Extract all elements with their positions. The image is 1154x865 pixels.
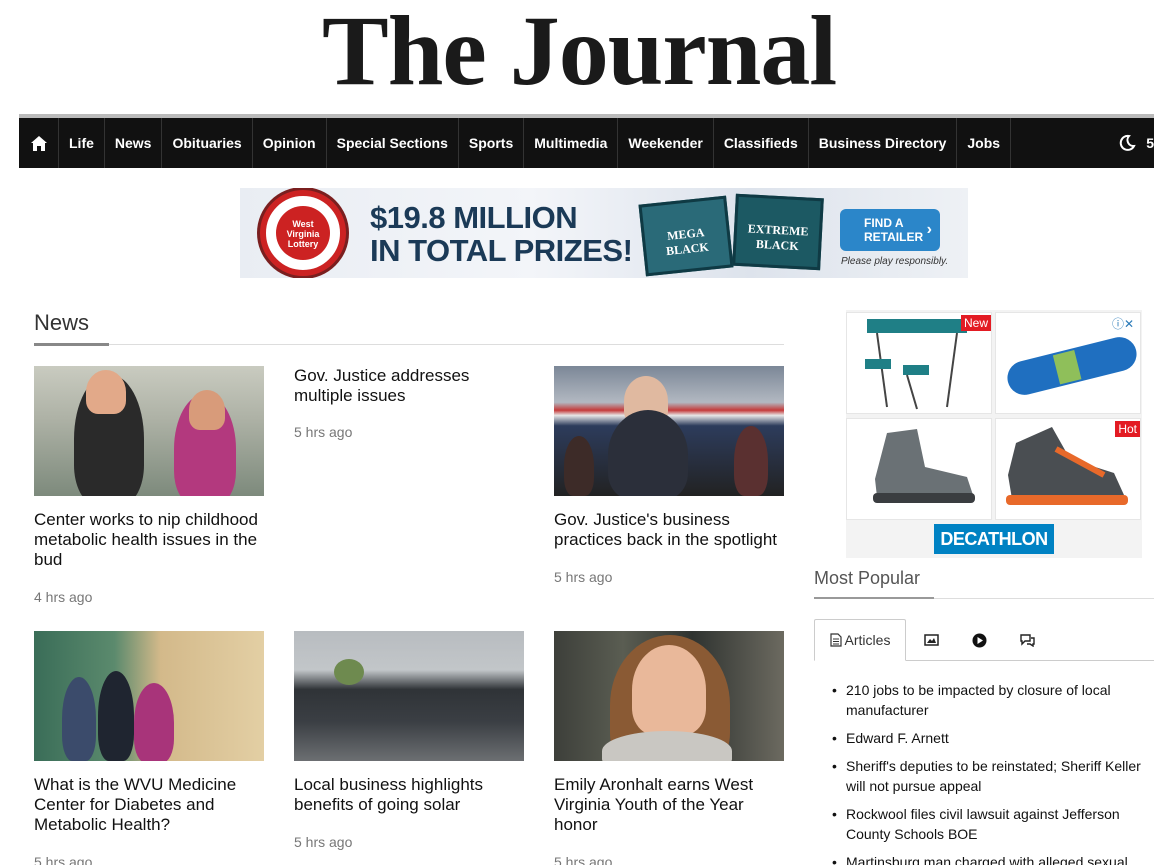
chevron-right-icon: ›: [926, 221, 932, 238]
article-thumbnail[interactable]: [294, 631, 524, 761]
list-item[interactable]: Edward F. Arnett: [832, 728, 1154, 748]
nav-item-jobs[interactable]: Jobs: [957, 118, 1012, 168]
comments-icon: [1019, 634, 1035, 647]
ad-headline: $19.8 MILLION IN TOTAL PRIZES!: [370, 200, 633, 268]
ad-fine-print: Please play responsibly.: [841, 256, 949, 267]
document-icon: [829, 633, 842, 647]
ad-headline-line2: IN TOTAL PRIZES!: [370, 232, 633, 268]
ad-product-table[interactable]: New: [846, 312, 992, 414]
ad-ticket-mega-black: MEGA BLACK: [638, 195, 734, 277]
nav-item-news[interactable]: News: [105, 118, 163, 168]
news-section-divider: [34, 344, 784, 345]
dark-mode-icon[interactable]: [1118, 134, 1136, 152]
find-retailer-button[interactable]: FIND A RETAILER ›: [840, 209, 940, 251]
nav-item-opinion[interactable]: Opinion: [253, 118, 327, 168]
lottery-ad-banner[interactable]: West Virginia Lottery $19.8 MILLION IN T…: [240, 188, 968, 278]
article-timestamp: 5 hrs ago: [34, 854, 93, 865]
most-popular-underline: [814, 597, 934, 599]
decathlon-ad[interactable]: New ⓘ✕ Hot DECATHLON: [846, 310, 1142, 558]
article-timestamp: 5 hrs ago: [554, 569, 613, 585]
article-card[interactable]: Center works to nip childhood metabolic …: [34, 366, 264, 605]
lottery-seal-text: West Virginia Lottery: [276, 206, 330, 260]
article-timestamp: 4 hrs ago: [34, 589, 93, 605]
nav-bar-wrapper: Life News Obituaries Opinion Special Sec…: [19, 114, 1154, 168]
grey-boot-image: [873, 429, 975, 503]
most-popular-list: 210 jobs to be impacted by closure of lo…: [832, 680, 1154, 865]
article-timestamp: 5 hrs ago: [554, 854, 613, 865]
nav-item-life[interactable]: Life: [59, 118, 105, 168]
nav-item-multimedia[interactable]: Multimedia: [524, 118, 619, 168]
list-item[interactable]: 210 jobs to be impacted by closure of lo…: [832, 680, 1154, 720]
nav-item-business-directory[interactable]: Business Directory: [809, 118, 958, 168]
tab-videos[interactable]: [966, 619, 992, 661]
main-nav: Life News Obituaries Opinion Special Sec…: [19, 118, 1154, 168]
list-item[interactable]: Sheriff's deputies to be reinstated; She…: [832, 756, 1154, 796]
tab-articles[interactable]: Articles: [814, 619, 906, 661]
ad-info-close-icon[interactable]: ⓘ✕: [1112, 315, 1134, 332]
site-logo[interactable]: The Journal: [322, 0, 837, 106]
article-thumbnail[interactable]: [554, 631, 784, 761]
list-item[interactable]: Rockwool files civil lawsuit against Jef…: [832, 804, 1154, 844]
nav-right-tools: 5: [1118, 118, 1154, 168]
most-popular-tabs: Articles: [814, 619, 1154, 661]
article-card[interactable]: Local business highlights benefits of go…: [294, 631, 524, 850]
article-headline[interactable]: Local business highlights benefits of go…: [294, 775, 524, 815]
tab-articles-label: Articles: [844, 632, 891, 648]
nav-item-sports[interactable]: Sports: [459, 118, 525, 168]
article-headline[interactable]: Gov. Justice addresses multiple issues: [294, 366, 524, 406]
article-timestamp: 5 hrs ago: [294, 834, 353, 850]
home-icon: [30, 135, 47, 151]
ad-ticket-extreme-black: EXTREME BLACK: [732, 193, 824, 271]
article-timestamp: 5 hrs ago: [294, 424, 353, 440]
ad-product-boot-orange[interactable]: Hot: [995, 418, 1141, 520]
most-popular-title: Most Popular: [814, 568, 921, 588]
news-section-underline: [34, 343, 109, 346]
article-card[interactable]: Gov. Justice addresses multiple issues 5…: [294, 366, 524, 440]
ad-product-boot-grey[interactable]: [846, 418, 992, 520]
nav-right-text[interactable]: 5: [1146, 135, 1154, 151]
article-headline[interactable]: Gov. Justice's business practices back i…: [554, 510, 784, 550]
image-icon: [923, 634, 939, 646]
article-card[interactable]: What is the WVU Medicine Center for Diab…: [34, 631, 264, 865]
decathlon-logo[interactable]: DECATHLON: [934, 524, 1054, 554]
nav-item-weekender[interactable]: Weekender: [618, 118, 714, 168]
ad-headline-line1: $19.8 MILLION: [370, 200, 578, 235]
article-headline[interactable]: What is the WVU Medicine Center for Diab…: [34, 775, 264, 835]
play-icon: [972, 633, 986, 647]
nav-item-classifieds[interactable]: Classifieds: [714, 118, 809, 168]
ad-badge-new: New: [960, 315, 991, 331]
article-headline[interactable]: Emily Aronhalt earns West Virginia Youth…: [554, 775, 784, 835]
article-thumbnail[interactable]: [34, 631, 264, 761]
article-thumbnail[interactable]: [554, 366, 784, 496]
article-card[interactable]: Gov. Justice's business practices back i…: [554, 366, 784, 585]
news-section-title[interactable]: News: [34, 310, 89, 336]
ad-product-mat[interactable]: ⓘ✕: [995, 312, 1141, 414]
nav-item-special-sections[interactable]: Special Sections: [327, 118, 459, 168]
article-card[interactable]: Emily Aronhalt earns West Virginia Youth…: [554, 631, 784, 865]
nav-item-obituaries[interactable]: Obituaries: [162, 118, 253, 168]
article-thumbnail[interactable]: [34, 366, 264, 496]
tab-images[interactable]: [918, 619, 944, 661]
home-button[interactable]: [19, 118, 59, 168]
masthead: The Journal: [0, 0, 1154, 112]
tab-comments[interactable]: [1014, 619, 1040, 661]
lottery-seal-logo: West Virginia Lottery: [260, 190, 346, 276]
list-item[interactable]: Martinsburg man charged with alleged sex…: [832, 852, 1154, 865]
ad-badge-hot: Hot: [1115, 421, 1140, 437]
article-headline[interactable]: Center works to nip childhood metabolic …: [34, 510, 264, 570]
